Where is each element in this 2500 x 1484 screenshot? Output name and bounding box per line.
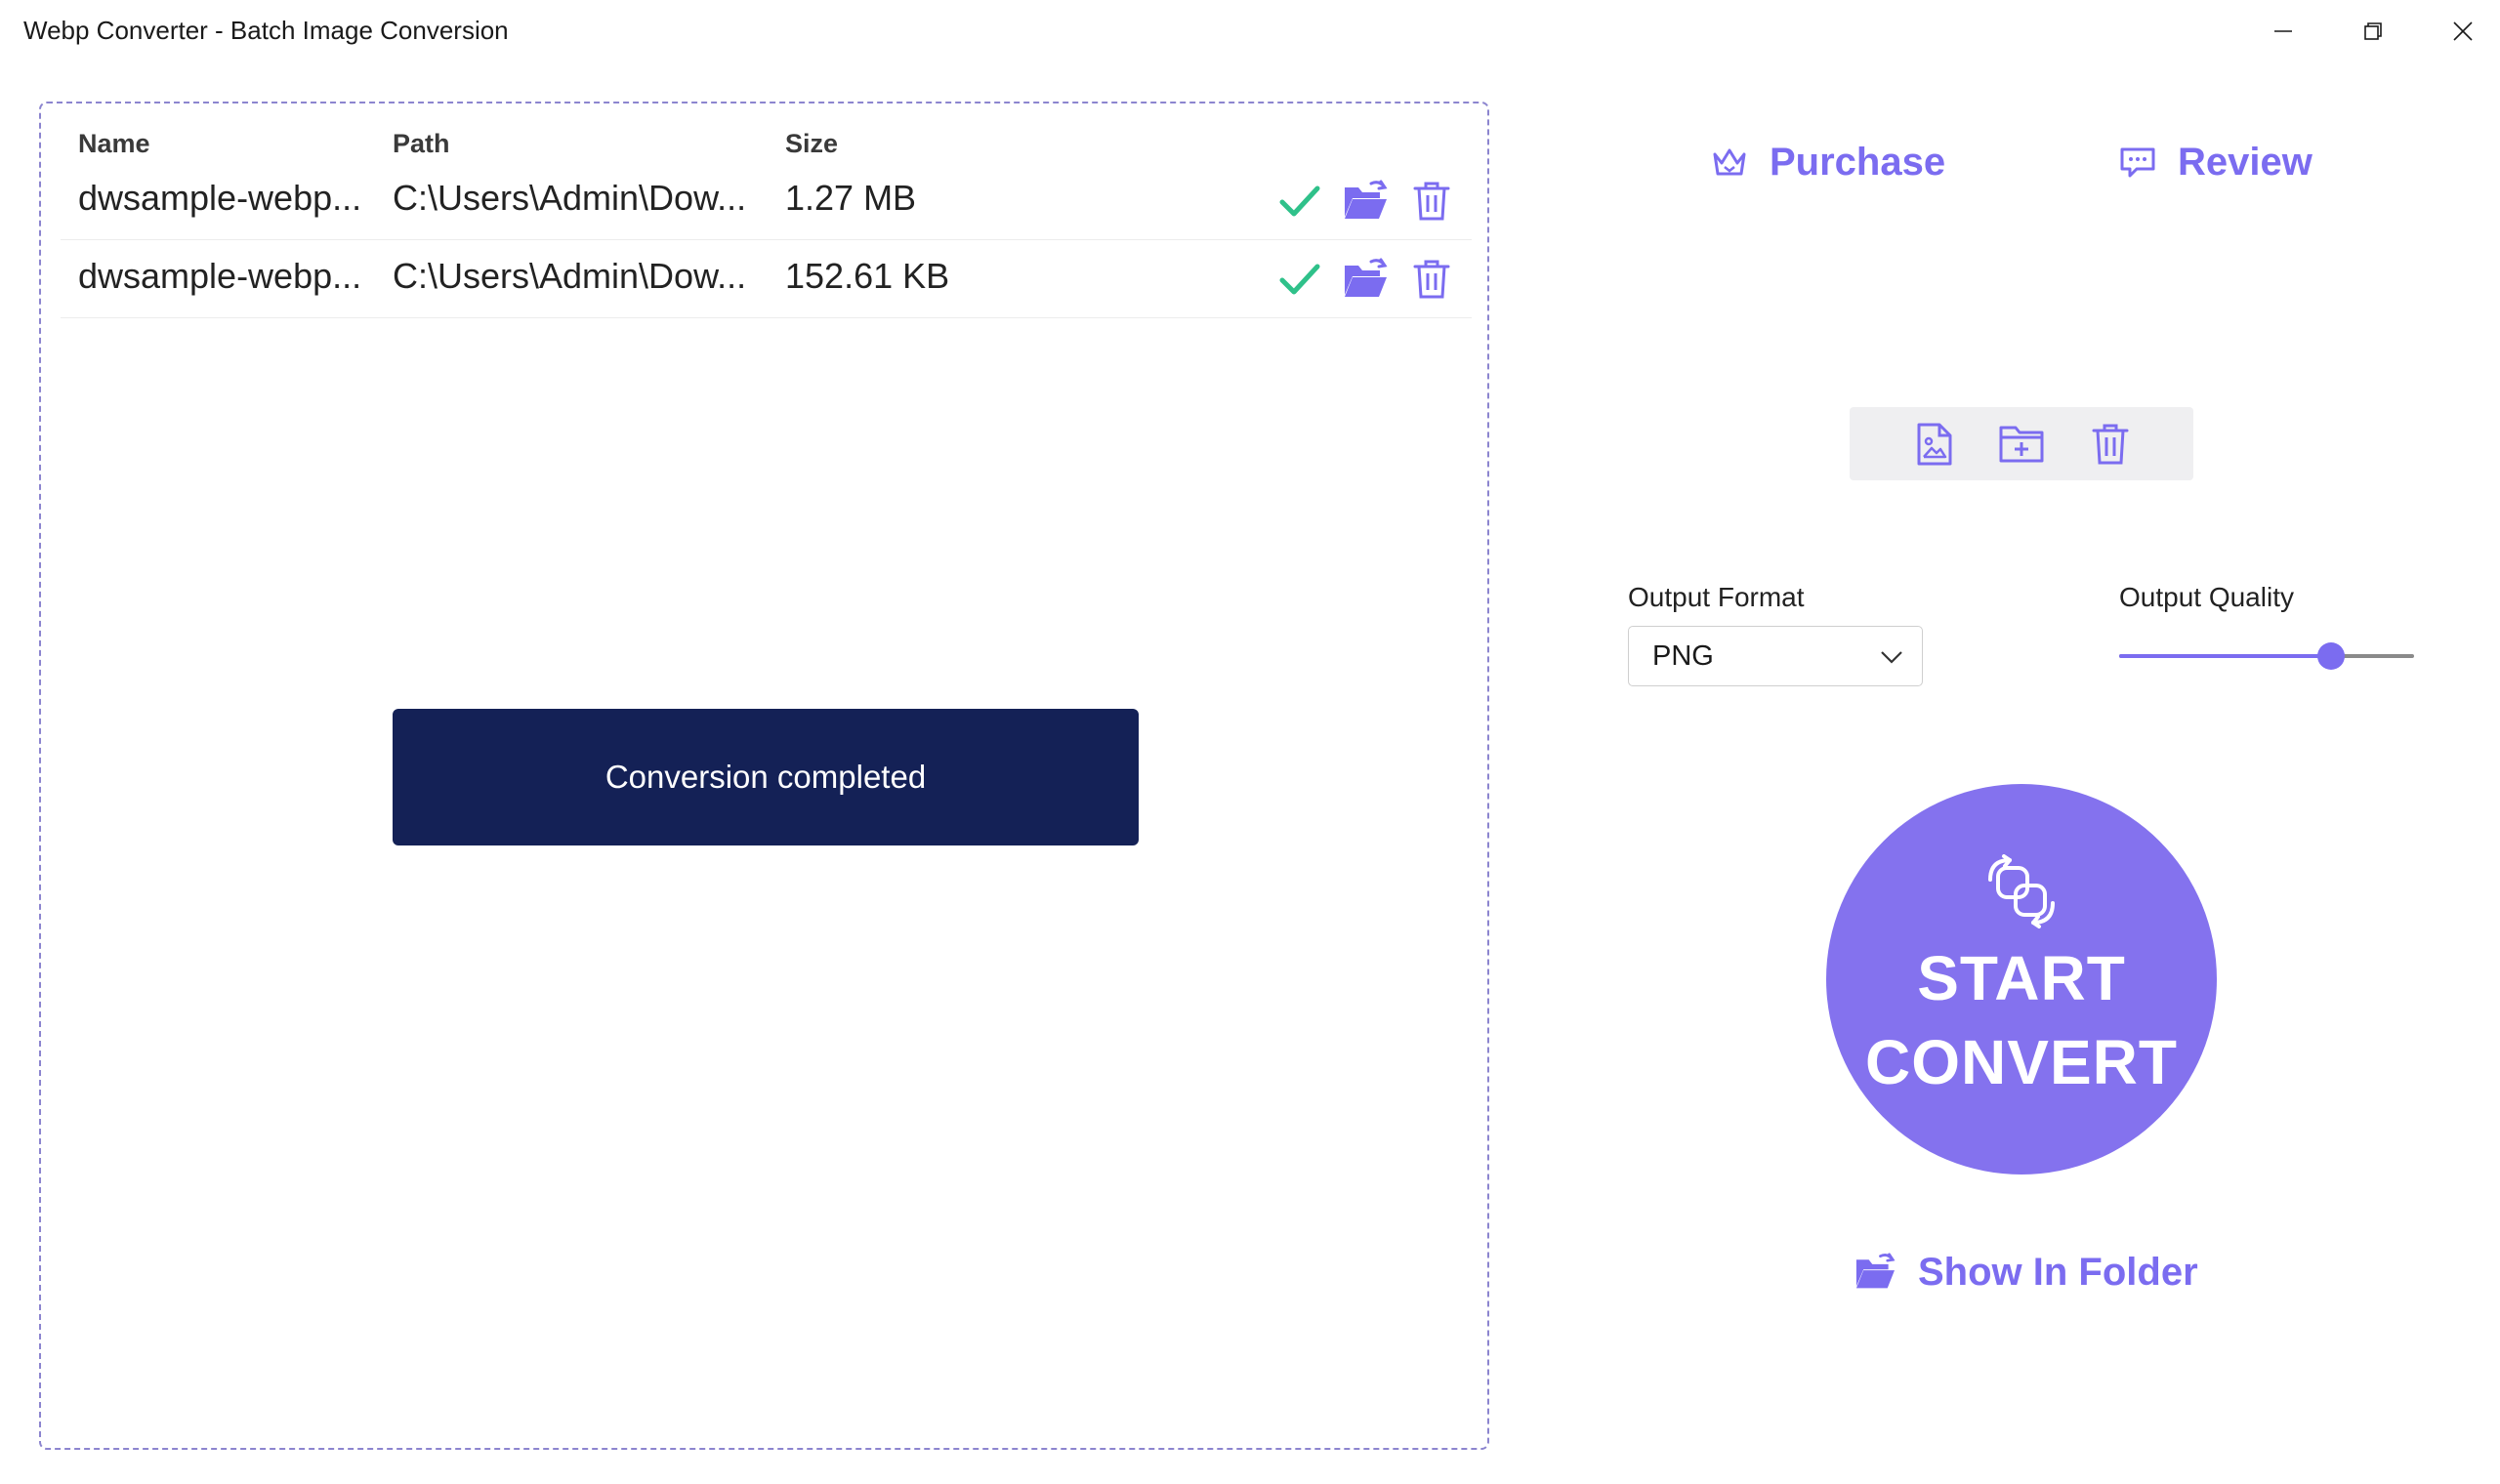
title-bar: Webp Converter - Batch Image Conversion (0, 0, 2500, 62)
purchase-link[interactable]: Purchase (1711, 133, 1945, 191)
column-header-name: Name (78, 129, 150, 158)
column-header-size: Size (785, 129, 839, 158)
restore-icon (2364, 22, 2382, 40)
minimize-button[interactable] (2238, 0, 2328, 62)
close-button[interactable] (2418, 0, 2500, 62)
delete-icon[interactable] (1406, 176, 1457, 227)
close-icon (2453, 21, 2473, 41)
file-name: dwsample-webp... (78, 256, 362, 296)
add-file-button[interactable] (1908, 418, 1961, 471)
conversion-toast: Conversion completed (393, 709, 1139, 845)
check-icon (1274, 254, 1325, 305)
slider-fill (2119, 654, 2332, 658)
output-format-select[interactable]: PNG (1628, 626, 1923, 686)
file-toolbar (1850, 407, 2193, 480)
trash-icon (2092, 424, 2129, 465)
output-format-label: Output Format (1628, 582, 1805, 612)
check-icon (1274, 176, 1325, 227)
file-path: C:\Users\Admin\Dow... (393, 256, 747, 296)
add-image-file-icon (1917, 423, 1952, 466)
delete-icon[interactable] (1406, 254, 1457, 305)
add-folder-button[interactable] (1995, 418, 2048, 471)
output-format-value: PNG (1652, 640, 1714, 672)
file-size: 1.27 MB (785, 178, 917, 218)
slider-thumb[interactable] (2317, 642, 2346, 670)
open-folder-icon (1855, 1253, 1896, 1289)
open-folder-icon[interactable] (1340, 176, 1391, 227)
file-size: 152.61 KB (785, 256, 950, 296)
restore-button[interactable] (2328, 0, 2418, 62)
clear-list-button[interactable] (2084, 418, 2137, 471)
add-folder-icon (1999, 426, 2044, 463)
crown-icon (1713, 148, 1746, 176)
review-label: Review (2178, 140, 2312, 184)
chevron-down-icon (1881, 651, 1902, 664)
show-in-folder-link[interactable]: Show In Folder (1854, 1238, 2198, 1306)
minimize-icon (2274, 30, 2292, 32)
file-row[interactable]: dwsample-webp... C:\Users\Admin\Dow... 1… (61, 162, 1472, 240)
file-drop-zone[interactable]: Name Path Size dwsample-webp... C:\Users… (39, 102, 1489, 1450)
start-convert-button[interactable]: START CONVERT (1826, 784, 2217, 1175)
window-title: Webp Converter - Batch Image Conversion (23, 16, 509, 45)
file-row[interactable]: dwsample-webp... C:\Users\Admin\Dow... 1… (61, 240, 1472, 318)
file-name: dwsample-webp... (78, 178, 362, 218)
open-folder-icon[interactable] (1340, 254, 1391, 305)
output-quality-label: Output Quality (2119, 582, 2294, 612)
output-quality-slider[interactable] (2119, 635, 2414, 678)
purchase-label: Purchase (1770, 140, 1946, 184)
start-convert-line2: CONVERT (1865, 1027, 2178, 1097)
convert-icon (1988, 854, 2055, 928)
review-link[interactable]: Review (2119, 133, 2312, 191)
file-path: C:\Users\Admin\Dow... (393, 178, 747, 218)
start-convert-line1: START (1917, 943, 2126, 1013)
show-in-folder-label: Show In Folder (1918, 1250, 2198, 1294)
comment-icon (2120, 147, 2155, 178)
column-header-path: Path (393, 129, 450, 158)
